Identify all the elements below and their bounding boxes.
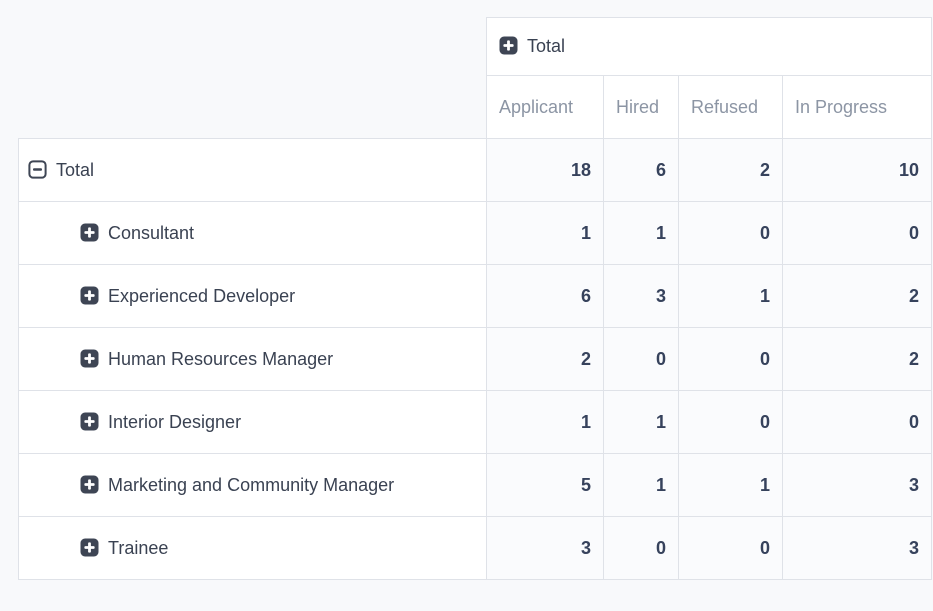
pivot-cell: 2: [783, 265, 932, 328]
column-group-header-total[interactable]: Total: [487, 18, 932, 76]
row-header-interior-designer[interactable]: Interior Designer: [19, 391, 487, 454]
pivot-cell: 1: [604, 202, 679, 265]
table-row: Human Resources Manager 2 0 0 2: [19, 328, 932, 391]
pivot-cell: 1: [679, 454, 783, 517]
pivot-cell: 18: [487, 139, 604, 202]
row-label: Total: [56, 160, 94, 180]
pivot-cell: 0: [783, 391, 932, 454]
column-group-row: Total: [19, 18, 932, 76]
table-row: Experienced Developer 6 3 1 2: [19, 265, 932, 328]
measure-header-refused[interactable]: Refused: [679, 76, 783, 139]
pivot-cell: 10: [783, 139, 932, 202]
table-row: Interior Designer 1 1 0 0: [19, 391, 932, 454]
plus-square-icon: [499, 36, 518, 55]
table-row: Marketing and Community Manager 5 1 1 3: [19, 454, 932, 517]
pivot-cell: 5: [487, 454, 604, 517]
measure-header-in-progress[interactable]: In Progress: [783, 76, 932, 139]
pivot-cell: 1: [487, 202, 604, 265]
pivot-cell: 2: [679, 139, 783, 202]
pivot-cell: 2: [783, 328, 932, 391]
row-label: Interior Designer: [108, 412, 241, 432]
pivot-cell: 0: [604, 517, 679, 580]
pivot-cell: 0: [679, 391, 783, 454]
plus-square-icon: [80, 223, 99, 242]
row-header-marketing-and-community-manager[interactable]: Marketing and Community Manager: [19, 454, 487, 517]
row-label: Marketing and Community Manager: [108, 475, 394, 495]
pivot-cell: 2: [487, 328, 604, 391]
row-label: Trainee: [108, 538, 168, 558]
pivot-cell: 3: [783, 454, 932, 517]
row-label: Consultant: [108, 223, 194, 243]
minus-square-icon: [28, 160, 47, 179]
pivot-cell: 1: [679, 265, 783, 328]
row-header-trainee[interactable]: Trainee: [19, 517, 487, 580]
plus-square-icon: [80, 286, 99, 305]
row-header-human-resources-manager[interactable]: Human Resources Manager: [19, 328, 487, 391]
table-row: Consultant 1 1 0 0: [19, 202, 932, 265]
plus-square-icon: [80, 538, 99, 557]
pivot-cell: 0: [783, 202, 932, 265]
pivot-cell: 0: [679, 202, 783, 265]
pivot-cell: 0: [679, 328, 783, 391]
row-header-consultant[interactable]: Consultant: [19, 202, 487, 265]
pivot-cell: 0: [679, 517, 783, 580]
pivot-cell: 0: [604, 328, 679, 391]
measure-header-hired[interactable]: Hired: [604, 76, 679, 139]
pivot-cell: 6: [487, 265, 604, 328]
row-header-total[interactable]: Total: [19, 139, 487, 202]
row-label: Experienced Developer: [108, 286, 295, 306]
plus-square-icon: [80, 412, 99, 431]
table-row: Trainee 3 0 0 3: [19, 517, 932, 580]
row-header-experienced-developer[interactable]: Experienced Developer: [19, 265, 487, 328]
pivot-cell: 1: [604, 454, 679, 517]
measure-header-applicant[interactable]: Applicant: [487, 76, 604, 139]
pivot-cell: 1: [487, 391, 604, 454]
pivot-corner-cell: [19, 76, 487, 139]
pivot-cell: 3: [487, 517, 604, 580]
plus-square-icon: [80, 349, 99, 368]
pivot-table: Total Applicant Hired Refused In Progres…: [18, 17, 932, 580]
pivot-cell: 3: [604, 265, 679, 328]
pivot-cell: 1: [604, 391, 679, 454]
pivot-corner-cell: [19, 18, 487, 76]
measure-header-row: Applicant Hired Refused In Progress: [19, 76, 932, 139]
column-group-label: Total: [527, 36, 565, 56]
pivot-cell: 6: [604, 139, 679, 202]
row-label: Human Resources Manager: [108, 349, 333, 369]
plus-square-icon: [80, 475, 99, 494]
table-row: Total 18 6 2 10: [19, 139, 932, 202]
pivot-cell: 3: [783, 517, 932, 580]
